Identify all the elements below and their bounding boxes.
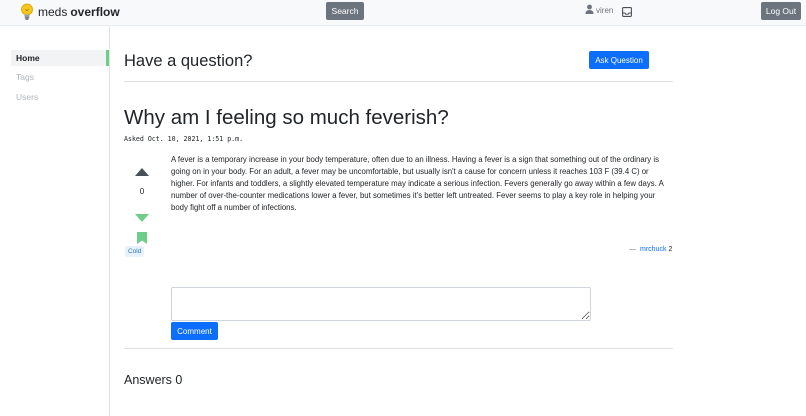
asked-timestamp: Asked Oct. 10, 2021, 1:51 p.m. (124, 135, 244, 143)
brand-logo-link[interactable]: meds overflow (20, 3, 120, 21)
sidebar-item-users[interactable]: Users (11, 89, 109, 105)
ask-question-button[interactable]: Ask Question (589, 51, 649, 69)
user-profile-link[interactable]: viren (585, 4, 613, 16)
brand-name-bold: overflow (70, 5, 120, 19)
sidebar-item-tags[interactable]: Tags (11, 69, 109, 85)
downvote-arrow-icon[interactable] (135, 209, 149, 222)
sidebar: Home Tags Users (0, 26, 110, 416)
divider (124, 81, 673, 82)
user-icon (585, 1, 594, 19)
upvote-arrow-icon[interactable] (135, 163, 149, 176)
question-title: Why am I feeling so much feverish? (124, 106, 449, 129)
author-info: — mrchuck 2 (629, 246, 672, 253)
author-dash: — (629, 246, 636, 253)
username-label: viren (596, 5, 614, 15)
author-link[interactable]: mrchuck (640, 246, 666, 253)
sidebar-item-home[interactable]: Home (11, 50, 109, 66)
lightbulb-icon (20, 3, 34, 21)
ask-prompt-heading: Have a question? (124, 52, 253, 70)
top-navbar: meds overflow Search viren Log Out (0, 0, 806, 26)
vote-count: 0 (139, 187, 145, 196)
comment-button[interactable]: Comment (171, 322, 218, 340)
logout-button[interactable]: Log Out (761, 2, 801, 20)
comment-input[interactable] (171, 287, 591, 321)
author-reputation: 2 (668, 246, 673, 253)
answers-heading: Answers 0 (124, 373, 183, 387)
tag-badge[interactable]: Cold (125, 246, 145, 257)
inbox-icon[interactable] (622, 4, 632, 17)
brand-name-light: meds (38, 5, 68, 19)
search-button[interactable]: Search (326, 2, 364, 20)
divider (124, 348, 673, 349)
bookmark-icon[interactable] (137, 231, 147, 244)
question-body: A fever is a temporary increase in your … (171, 155, 664, 212)
